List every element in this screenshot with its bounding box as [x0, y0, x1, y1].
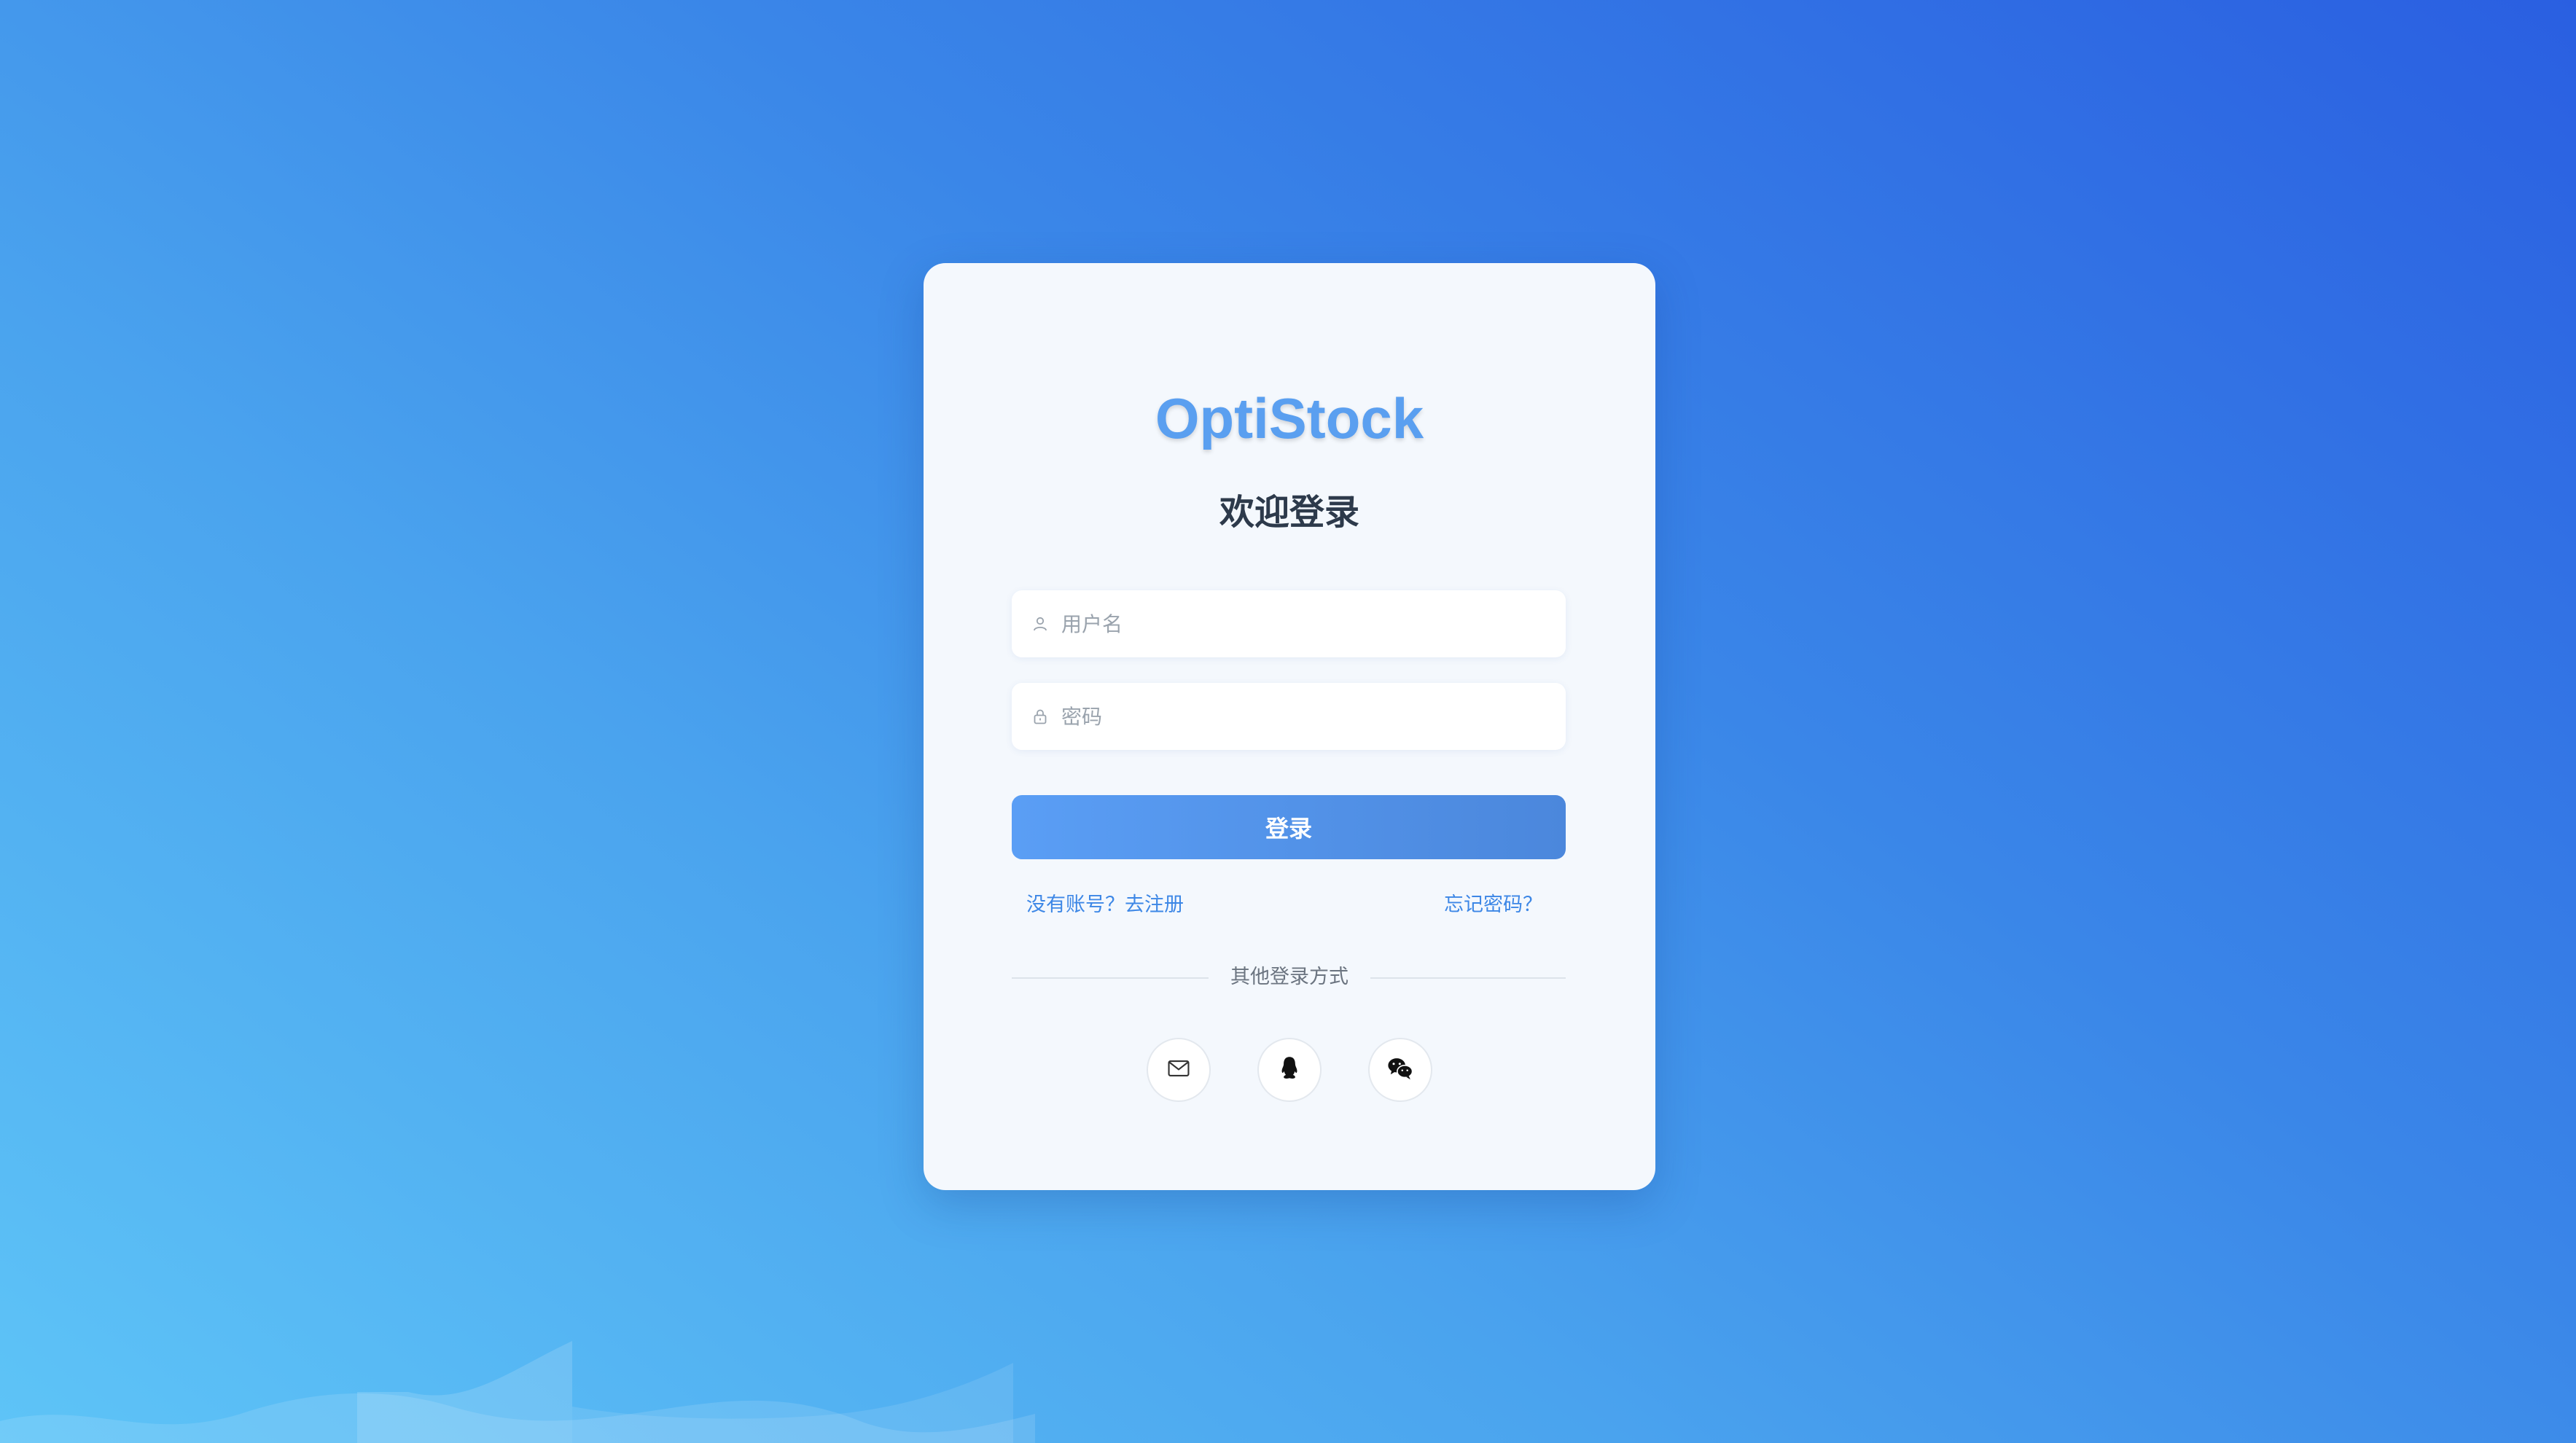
- register-link[interactable]: 没有账号？去注册: [1026, 888, 1184, 917]
- forgot-password-link[interactable]: 忘记密码？: [1444, 888, 1542, 917]
- wechat-login-button[interactable]: [1368, 1038, 1432, 1102]
- password-input[interactable]: [1060, 682, 1566, 751]
- welcome-heading: 欢迎登录: [1219, 492, 1359, 533]
- password-field[interactable]: [1012, 682, 1566, 751]
- brand-title: OptiStock: [1155, 386, 1424, 450]
- background-waves: [0, 1341, 1035, 1443]
- mail-icon: [1166, 1056, 1191, 1084]
- login-card: OptiStock 欢迎登录 登录 没有账号？去注册 忘记密码？ 其他登录方式: [924, 263, 1655, 1190]
- alt-login-label: 其他登录方式: [1209, 961, 1370, 993]
- username-field[interactable]: [1012, 590, 1566, 658]
- lock-icon: [1029, 705, 1051, 727]
- username-input[interactable]: [1060, 590, 1566, 658]
- qq-penguin-icon: [1279, 1056, 1300, 1084]
- login-button[interactable]: 登录: [1012, 795, 1566, 859]
- qq-login-button[interactable]: [1257, 1038, 1322, 1102]
- alt-login-divider: 其他登录方式: [924, 961, 1655, 993]
- email-login-button[interactable]: [1147, 1038, 1211, 1102]
- wechat-icon: [1387, 1056, 1413, 1084]
- user-icon: [1029, 613, 1051, 635]
